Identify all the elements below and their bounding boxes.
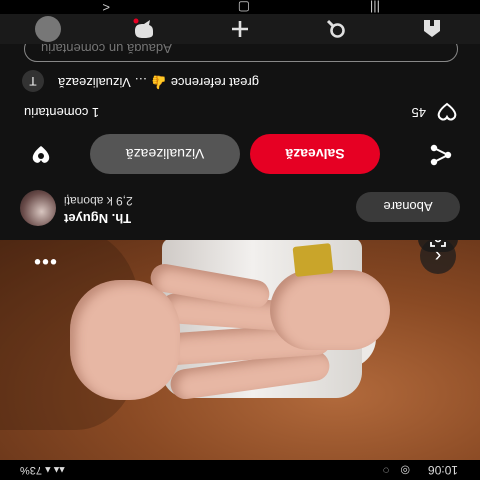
comments-section: 1 comentariu 45 T great reference 👍 … Vi… bbox=[0, 36, 480, 124]
comment-avatar[interactable]: T bbox=[22, 70, 44, 92]
visit-button[interactable]: Vizualizează bbox=[90, 134, 240, 174]
pin-image[interactable]: ••• ‹ bbox=[0, 240, 480, 460]
battery-level: 73% bbox=[20, 464, 43, 476]
app-screen: 10:06 ◎ ◌ ▴▴ ▴ 73% ••• ‹ Th. Nguyet 2,9 … bbox=[0, 0, 480, 480]
recent-apps-icon[interactable]: ||| bbox=[370, 0, 380, 15]
comment-text[interactable]: great reference 👍 … Vizualizează bbox=[58, 74, 259, 90]
search-icon[interactable] bbox=[322, 17, 350, 41]
action-bar: Salvează Vizualizează bbox=[0, 123, 480, 184]
tea-tag bbox=[292, 243, 334, 277]
back-icon[interactable]: < bbox=[102, 0, 110, 15]
add-icon[interactable] bbox=[226, 17, 254, 41]
list-item: T great reference 👍 … Vizualizează bbox=[0, 68, 480, 96]
more-horizontal-icon[interactable]: ••• bbox=[30, 246, 60, 276]
bottom-nav bbox=[0, 14, 480, 44]
status-bar: 10:06 ◎ ◌ ▴▴ ▴ 73% bbox=[0, 460, 480, 480]
notification-icons: ◎ ◌ bbox=[378, 464, 410, 476]
profile-icon[interactable] bbox=[34, 16, 62, 42]
system-nav-bar: ||| ▢ < bbox=[0, 0, 480, 15]
comment-count: 1 comentariu bbox=[24, 105, 100, 120]
home-button-icon[interactable]: ▢ bbox=[238, 0, 250, 15]
messages-icon[interactable] bbox=[130, 17, 158, 41]
creator-name[interactable]: Th. Nguyet bbox=[64, 211, 131, 226]
follower-count: 2,9 k abonați bbox=[64, 194, 133, 208]
like-count: 45 bbox=[411, 105, 426, 120]
save-button[interactable]: Salvează bbox=[250, 134, 380, 174]
creator-row: Th. Nguyet 2,9 k abonați Abonare bbox=[0, 184, 480, 240]
share-icon[interactable] bbox=[428, 142, 454, 168]
avatar[interactable] bbox=[20, 190, 56, 226]
signal-icon: ▴▴ ▴ bbox=[45, 464, 65, 476]
status-time: 10:06 bbox=[427, 463, 458, 477]
battery-indicator: ▴▴ ▴ 73% bbox=[20, 464, 65, 477]
reaction-icon[interactable] bbox=[28, 142, 54, 168]
home-icon[interactable] bbox=[418, 17, 446, 41]
follow-button[interactable]: Abonare bbox=[356, 192, 460, 222]
avatar bbox=[35, 16, 61, 42]
heart-icon[interactable] bbox=[437, 102, 458, 122]
